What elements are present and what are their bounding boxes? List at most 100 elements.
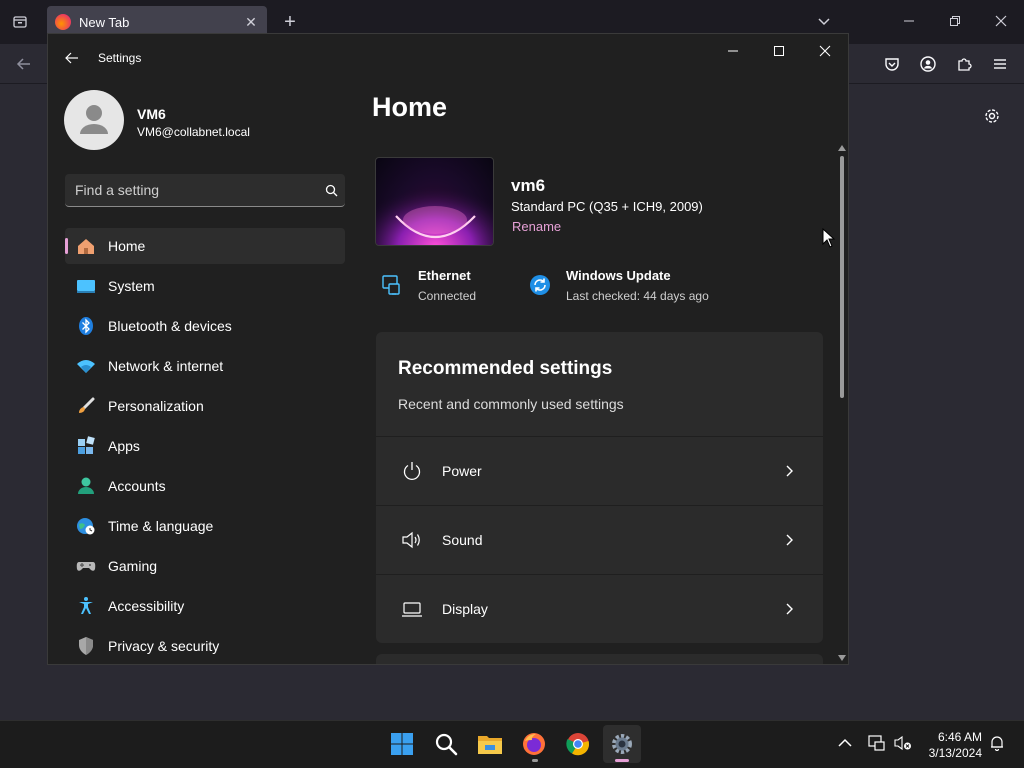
- apps-icon: [75, 435, 97, 457]
- close-tab-icon[interactable]: ✕: [241, 12, 261, 32]
- profile-name: VM6: [137, 106, 166, 122]
- nav-label: Home: [108, 238, 146, 254]
- nav-item-network[interactable]: Network & internet: [65, 348, 345, 384]
- nav-item-apps[interactable]: Apps: [65, 428, 345, 464]
- nav-item-privacy[interactable]: Privacy & security: [65, 628, 345, 664]
- browser-tab-title: New Tab: [79, 14, 130, 30]
- chevron-right-icon: [777, 465, 801, 477]
- search-input[interactable]: [75, 182, 317, 198]
- nav-label: Bluetooth & devices: [108, 318, 232, 334]
- windows-update-status-title[interactable]: Windows Update: [566, 268, 671, 283]
- nav-item-gaming[interactable]: Gaming: [65, 548, 345, 584]
- browser-minimize-button[interactable]: [886, 6, 932, 36]
- chevron-right-icon: [777, 534, 801, 546]
- scroll-up-arrow-icon[interactable]: [838, 144, 846, 152]
- nav-label: Time & language: [108, 518, 214, 534]
- clock-date: 3/13/2024: [928, 746, 982, 760]
- settings-maximize-button[interactable]: [756, 36, 802, 66]
- nav-label: Accessibility: [108, 598, 185, 614]
- accessibility-icon: [75, 595, 97, 617]
- browser-back-icon[interactable]: [10, 52, 38, 76]
- home-icon: [75, 235, 97, 257]
- firefox-favicon-icon: [55, 14, 71, 30]
- scrollbar[interactable]: [837, 144, 847, 664]
- new-tab-button[interactable]: +: [278, 10, 302, 34]
- recommended-item-label: Display: [442, 600, 488, 617]
- nav-item-personalization[interactable]: Personalization: [65, 388, 345, 424]
- account-icon[interactable]: [916, 52, 940, 76]
- ethernet-status-subtitle: Connected: [418, 289, 477, 303]
- ethernet-icon: [380, 273, 404, 297]
- rename-link[interactable]: Rename: [512, 219, 561, 234]
- shield-icon: [75, 635, 97, 657]
- power-icon: [400, 459, 424, 483]
- device-wallpaper-thumbnail: [375, 157, 494, 246]
- account-icon: [75, 475, 97, 497]
- recommended-item-power[interactable]: Power: [376, 436, 823, 504]
- nav-item-time-language[interactable]: Time & language: [65, 508, 345, 544]
- settings-window: Settings VM6 VM6@collabnet.local Home Sy…: [47, 33, 849, 665]
- nav-label: Apps: [108, 438, 140, 454]
- scroll-down-arrow-icon[interactable]: [838, 654, 846, 662]
- search-icon[interactable]: [427, 725, 465, 763]
- settings-close-button[interactable]: [802, 36, 848, 66]
- bluetooth-icon: [75, 315, 97, 337]
- show-hidden-icons-chevron-up-icon[interactable]: [835, 733, 855, 753]
- chrome-icon[interactable]: [559, 725, 597, 763]
- browser-restore-button[interactable]: [932, 6, 978, 36]
- settings-back-icon[interactable]: [60, 46, 84, 70]
- recommended-settings-subtitle: Recent and commonly used settings: [398, 396, 624, 412]
- clock-time: 6:46 AM: [937, 730, 982, 744]
- device-model: Standard PC (Q35 + ICH9, 2009): [511, 199, 703, 214]
- recommended-item-label: Power: [442, 462, 482, 479]
- nav-label: System: [108, 278, 155, 294]
- avatar[interactable]: [64, 90, 124, 150]
- windows-update-icon: [528, 273, 552, 297]
- nav-item-accessibility[interactable]: Accessibility: [65, 588, 345, 624]
- settings-icon[interactable]: [603, 725, 641, 763]
- settings-search-box[interactable]: [65, 174, 345, 207]
- newtab-settings-gear-icon[interactable]: [980, 104, 1004, 128]
- ethernet-status-title[interactable]: Ethernet: [418, 268, 471, 283]
- network-tray-icon[interactable]: [867, 733, 887, 753]
- nav-label: Network & internet: [108, 358, 224, 374]
- chevron-down-icon[interactable]: [812, 10, 836, 34]
- firefox-icon[interactable]: [515, 725, 553, 763]
- nav-label: Privacy & security: [108, 638, 220, 654]
- browser-close-button[interactable]: [978, 6, 1024, 36]
- speaker-icon: [400, 528, 424, 552]
- nav-item-bluetooth[interactable]: Bluetooth & devices: [65, 308, 345, 344]
- start-icon[interactable]: [383, 725, 421, 763]
- display-icon: [400, 597, 424, 621]
- volume-muted-icon[interactable]: [893, 733, 913, 753]
- recommended-item-display[interactable]: Display: [376, 574, 823, 642]
- pocket-icon[interactable]: [880, 52, 904, 76]
- next-settings-card: [376, 654, 823, 664]
- menu-icon[interactable]: [988, 52, 1012, 76]
- settings-minimize-button[interactable]: [710, 36, 756, 66]
- settings-window-title: Settings: [98, 51, 142, 65]
- page-title: Home: [372, 92, 448, 122]
- wifi-icon: [75, 355, 97, 377]
- notification-bell-icon[interactable]: [987, 733, 1007, 753]
- recommended-item-sound[interactable]: Sound: [376, 505, 823, 573]
- globe-clock-icon: [75, 515, 97, 537]
- nav-item-home[interactable]: Home: [65, 228, 345, 264]
- settings-nav: Home System Bluetooth & devices Network …: [65, 228, 345, 664]
- scrollbar-thumb[interactable]: [840, 156, 844, 398]
- nav-label: Accounts: [108, 478, 166, 494]
- nav-item-system[interactable]: System: [65, 268, 345, 304]
- list-tabs-icon[interactable]: [8, 10, 32, 34]
- device-name: vm6: [511, 176, 546, 195]
- extensions-icon[interactable]: [952, 52, 976, 76]
- taskbar-clock[interactable]: 6:46 AM 3/13/2024: [920, 729, 982, 761]
- recommended-item-label: Sound: [442, 531, 483, 548]
- file-explorer-icon[interactable]: [471, 725, 509, 763]
- mouse-pointer-icon: [822, 227, 836, 248]
- nav-item-accounts[interactable]: Accounts: [65, 468, 345, 504]
- windows-update-status-subtitle: Last checked: 44 days ago: [566, 289, 709, 303]
- search-icon[interactable]: [317, 184, 345, 197]
- system-icon: [75, 275, 97, 297]
- firefox-running-indicator: [532, 759, 538, 762]
- brush-icon: [75, 395, 97, 417]
